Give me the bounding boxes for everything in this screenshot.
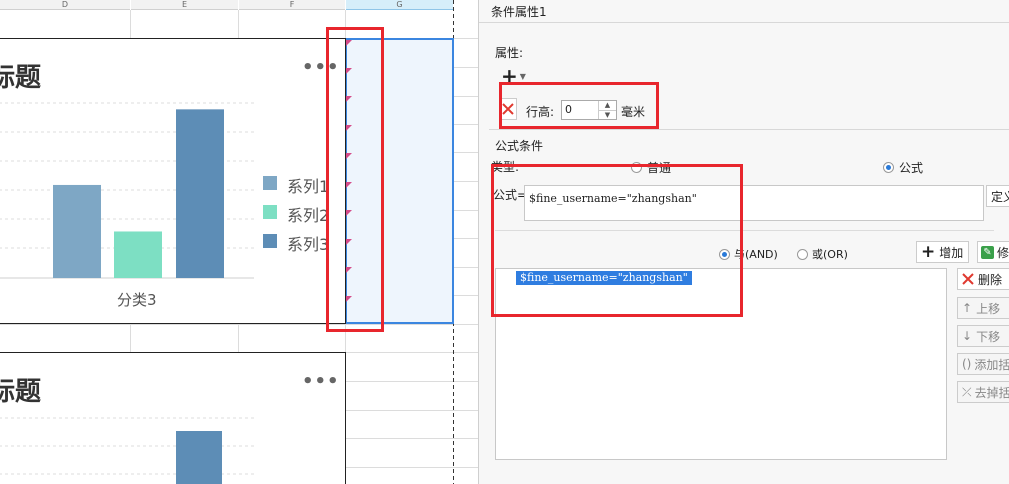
highlight-box-column xyxy=(326,27,384,332)
move-down-button[interactable]: ↓ 下移 xyxy=(957,325,1009,347)
panel-title: 条件属性1 xyxy=(491,5,547,19)
column-header-e[interactable]: E xyxy=(131,0,238,10)
legend-label-series2: 系列2 xyxy=(287,206,330,225)
delete-button[interactable]: 删除 xyxy=(957,268,1009,290)
chart-1[interactable]: 标题 ••• 分类3 系列1 系列2 系列3 xyxy=(0,38,346,324)
legend-label-series3: 系列3 xyxy=(287,235,330,254)
edit-icon: ✎ xyxy=(981,245,994,259)
remove-bracket-icon: ⤫ xyxy=(962,384,972,399)
chart-1-x-tick: 分类3 xyxy=(117,291,157,309)
chart-1-bar-series3 xyxy=(176,109,224,278)
radio-or-icon xyxy=(797,248,808,260)
condition-property-panel: 条件属性1 属性: + ▼ 行高: 0 ▲ ▼ 毫米 公式条件 类型: 普通 公… xyxy=(478,0,1009,484)
formula-condition-label: 公式条件 xyxy=(495,139,544,153)
modify-condition-button[interactable]: ✎ 修改 xyxy=(977,241,1009,263)
legend-swatch-series1 xyxy=(263,176,277,190)
bracket-icon: () xyxy=(962,357,972,371)
spreadsheet-area[interactable]: D E F G 标题 ••• 分类3 系列1 系列2 系列3 标题 ••• xyxy=(0,0,478,484)
legend-swatch-series2 xyxy=(263,205,277,219)
chart-1-bar-series2 xyxy=(114,231,162,278)
arrow-up-icon: ↑ xyxy=(962,301,973,315)
chart-2-bar-series3 xyxy=(176,431,222,484)
move-up-button[interactable]: ↑ 上移 xyxy=(957,297,1009,319)
dropdown-arrow-icon: ▼ xyxy=(519,71,526,81)
add-bracket-button[interactable]: () 添加括号 xyxy=(957,353,1009,375)
column-header-f[interactable]: F xyxy=(239,0,345,10)
arrow-down-icon: ↓ xyxy=(962,329,973,343)
highlight-box-row-height xyxy=(499,82,659,129)
column-header-g[interactable]: G xyxy=(346,0,453,10)
highlight-box-formula xyxy=(491,164,743,317)
legend-swatch-series3 xyxy=(263,234,277,248)
plus-icon: + xyxy=(921,242,936,262)
chart-2-plot xyxy=(0,417,254,484)
type-formula-radio[interactable]: 公式 xyxy=(883,159,923,176)
define-button[interactable]: 定义 xyxy=(986,185,1009,207)
delete-icon xyxy=(962,273,974,285)
add-condition-button[interactable]: + 增加 xyxy=(916,241,969,263)
chart-1-bar-series1 xyxy=(53,184,101,278)
radio-formula-icon xyxy=(883,162,894,173)
column-header-d[interactable]: D xyxy=(0,0,130,10)
properties-label: 属性: xyxy=(495,46,524,60)
chart-2[interactable]: 标题 ••• xyxy=(0,352,346,484)
remove-bracket-button[interactable]: ⤫ 去掉括号 xyxy=(957,381,1009,403)
legend-label-series1: 系列1 xyxy=(287,177,330,196)
or-radio[interactable]: 或(OR) xyxy=(797,246,848,262)
